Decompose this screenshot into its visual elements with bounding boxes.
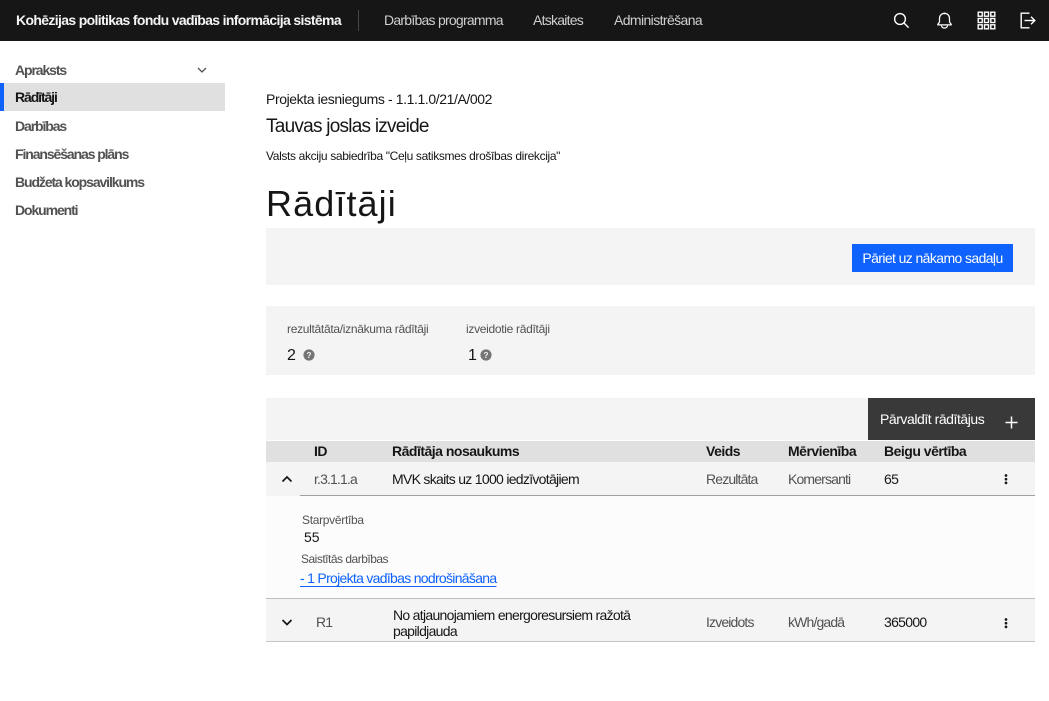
svg-text:?: ? xyxy=(484,351,489,360)
svg-text:?: ? xyxy=(307,351,312,360)
